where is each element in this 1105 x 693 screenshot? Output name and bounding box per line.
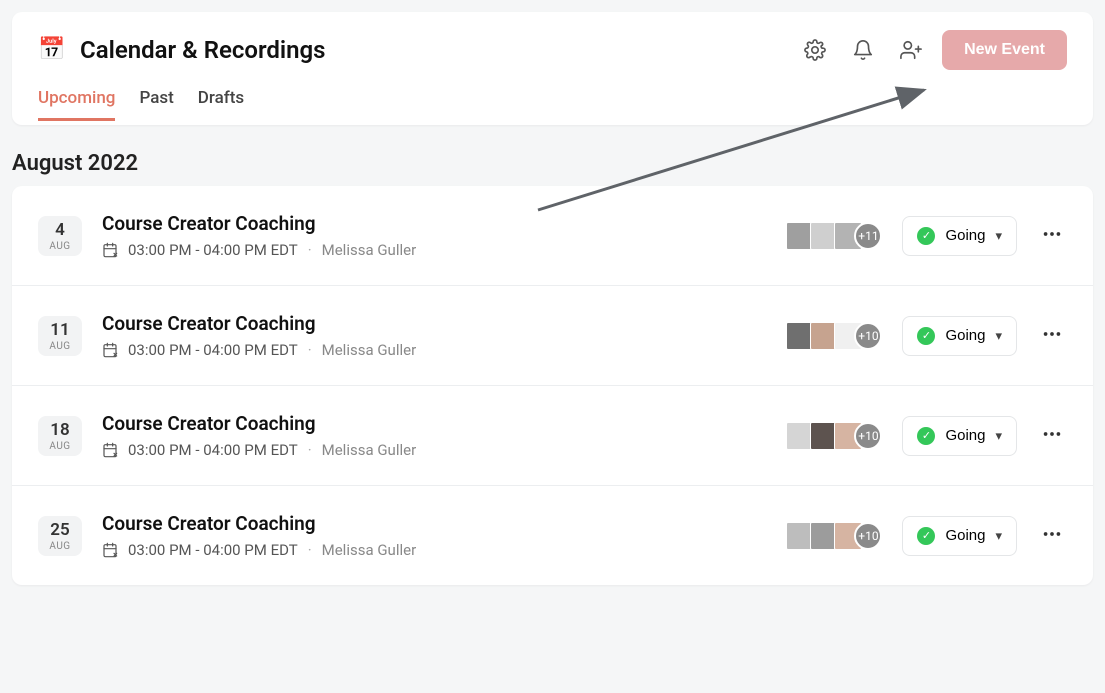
gear-icon [804, 39, 826, 61]
month-heading: August 2022 [0, 137, 1105, 186]
bell-icon [852, 39, 874, 61]
date-month: AUG [38, 241, 82, 252]
chevron-down-icon: ▾ [995, 528, 1002, 544]
dots-horizontal-icon [1041, 523, 1063, 545]
event-subtitle: 03:00 PM - 04:00 PM EDT · Melissa Guller [102, 241, 770, 259]
event-row: 25 AUG Course Creator Coaching 03:00 PM - 0… [12, 486, 1093, 585]
event-main[interactable]: Course Creator Coaching 03:00 PM - 04:00 … [102, 412, 770, 459]
attendees-more-count: +10 [854, 422, 882, 450]
rsvp-status-button[interactable]: ✓ Going ▾ [902, 316, 1017, 356]
attendees-more-count: +10 [854, 322, 882, 350]
attendees[interactable]: +10 [790, 322, 882, 350]
date-month: AUG [38, 441, 82, 452]
event-time: 03:00 PM - 04:00 PM EDT [128, 241, 298, 259]
tab-upcoming[interactable]: Upcoming [38, 88, 115, 121]
settings-button[interactable] [798, 33, 832, 67]
event-title: Course Creator Coaching [102, 312, 770, 335]
rsvp-status-button[interactable]: ✓ Going ▾ [902, 516, 1017, 556]
date-badge: 11 AUG [38, 316, 82, 356]
calendar-emoji-icon: 📅 [38, 36, 66, 64]
date-badge: 4 AUG [38, 216, 82, 256]
date-day: 25 [38, 522, 82, 539]
calendar-small-icon [102, 242, 118, 258]
attendees[interactable]: +11 [790, 222, 882, 250]
event-time: 03:00 PM - 04:00 PM EDT [128, 441, 298, 459]
date-day: 18 [38, 422, 82, 439]
notifications-button[interactable] [846, 33, 880, 67]
event-row: 18 AUG Course Creator Coaching 03:00 PM - 0… [12, 386, 1093, 486]
separator-dot: · [308, 541, 312, 559]
more-options-button[interactable] [1037, 319, 1067, 352]
event-subtitle: 03:00 PM - 04:00 PM EDT · Melissa Guller [102, 441, 770, 459]
dots-horizontal-icon [1041, 223, 1063, 245]
rsvp-status-label: Going [945, 527, 985, 544]
event-row: 11 AUG Course Creator Coaching 03:00 PM - 0… [12, 286, 1093, 386]
event-host: Melissa Guller [322, 341, 417, 359]
dots-horizontal-icon [1041, 323, 1063, 345]
separator-dot: · [308, 341, 312, 359]
tab-drafts[interactable]: Drafts [198, 88, 244, 121]
event-main[interactable]: Course Creator Coaching 03:00 PM - 04:00 … [102, 512, 770, 559]
attendees-more-count: +10 [854, 522, 882, 550]
separator-dot: · [308, 241, 312, 259]
user-plus-icon [900, 39, 922, 61]
check-circle-icon: ✓ [917, 427, 935, 445]
event-subtitle: 03:00 PM - 04:00 PM EDT · Melissa Guller [102, 341, 770, 359]
event-time: 03:00 PM - 04:00 PM EDT [128, 341, 298, 359]
event-row: 4 AUG Course Creator Coaching 03:00 PM - 04… [12, 186, 1093, 286]
calendar-small-icon [102, 442, 118, 458]
date-month: AUG [38, 341, 82, 352]
event-time: 03:00 PM - 04:00 PM EDT [128, 541, 298, 559]
event-host: Melissa Guller [322, 241, 417, 259]
chevron-down-icon: ▾ [995, 328, 1002, 344]
more-options-button[interactable] [1037, 519, 1067, 552]
page-header-card: 📅 Calendar & Recordings New Event Upcomi… [12, 12, 1093, 125]
page-title: Calendar & Recordings [80, 36, 784, 64]
check-circle-icon: ✓ [917, 227, 935, 245]
check-circle-icon: ✓ [917, 527, 935, 545]
event-title: Course Creator Coaching [102, 412, 770, 435]
rsvp-status-label: Going [945, 227, 985, 244]
more-options-button[interactable] [1037, 419, 1067, 452]
invite-user-button[interactable] [894, 33, 928, 67]
date-day: 4 [38, 222, 82, 239]
event-main[interactable]: Course Creator Coaching 03:00 PM - 04:00 … [102, 212, 770, 259]
header-top-row: 📅 Calendar & Recordings New Event [12, 12, 1093, 88]
chevron-down-icon: ▾ [995, 228, 1002, 244]
events-card: 4 AUG Course Creator Coaching 03:00 PM - 04… [12, 186, 1093, 585]
date-month: AUG [38, 541, 82, 552]
attendees[interactable]: +10 [790, 522, 882, 550]
date-badge: 18 AUG [38, 416, 82, 456]
rsvp-status-label: Going [945, 427, 985, 444]
separator-dot: · [308, 441, 312, 459]
rsvp-status-button[interactable]: ✓ Going ▾ [902, 216, 1017, 256]
event-subtitle: 03:00 PM - 04:00 PM EDT · Melissa Guller [102, 541, 770, 559]
check-circle-icon: ✓ [917, 327, 935, 345]
event-host: Melissa Guller [322, 441, 417, 459]
calendar-small-icon [102, 542, 118, 558]
event-host: Melissa Guller [322, 541, 417, 559]
dots-horizontal-icon [1041, 423, 1063, 445]
date-badge: 25 AUG [38, 516, 82, 556]
rsvp-status-button[interactable]: ✓ Going ▾ [902, 416, 1017, 456]
calendar-small-icon [102, 342, 118, 358]
event-title: Course Creator Coaching [102, 212, 770, 235]
date-day: 11 [38, 322, 82, 339]
chevron-down-icon: ▾ [995, 428, 1002, 444]
rsvp-status-label: Going [945, 327, 985, 344]
new-event-button[interactable]: New Event [942, 30, 1067, 70]
attendees[interactable]: +10 [790, 422, 882, 450]
tabs: Upcoming Past Drafts [12, 88, 1093, 125]
event-title: Course Creator Coaching [102, 512, 770, 535]
attendees-more-count: +11 [854, 222, 882, 250]
event-main[interactable]: Course Creator Coaching 03:00 PM - 04:00 … [102, 312, 770, 359]
more-options-button[interactable] [1037, 219, 1067, 252]
tab-past[interactable]: Past [139, 88, 173, 121]
